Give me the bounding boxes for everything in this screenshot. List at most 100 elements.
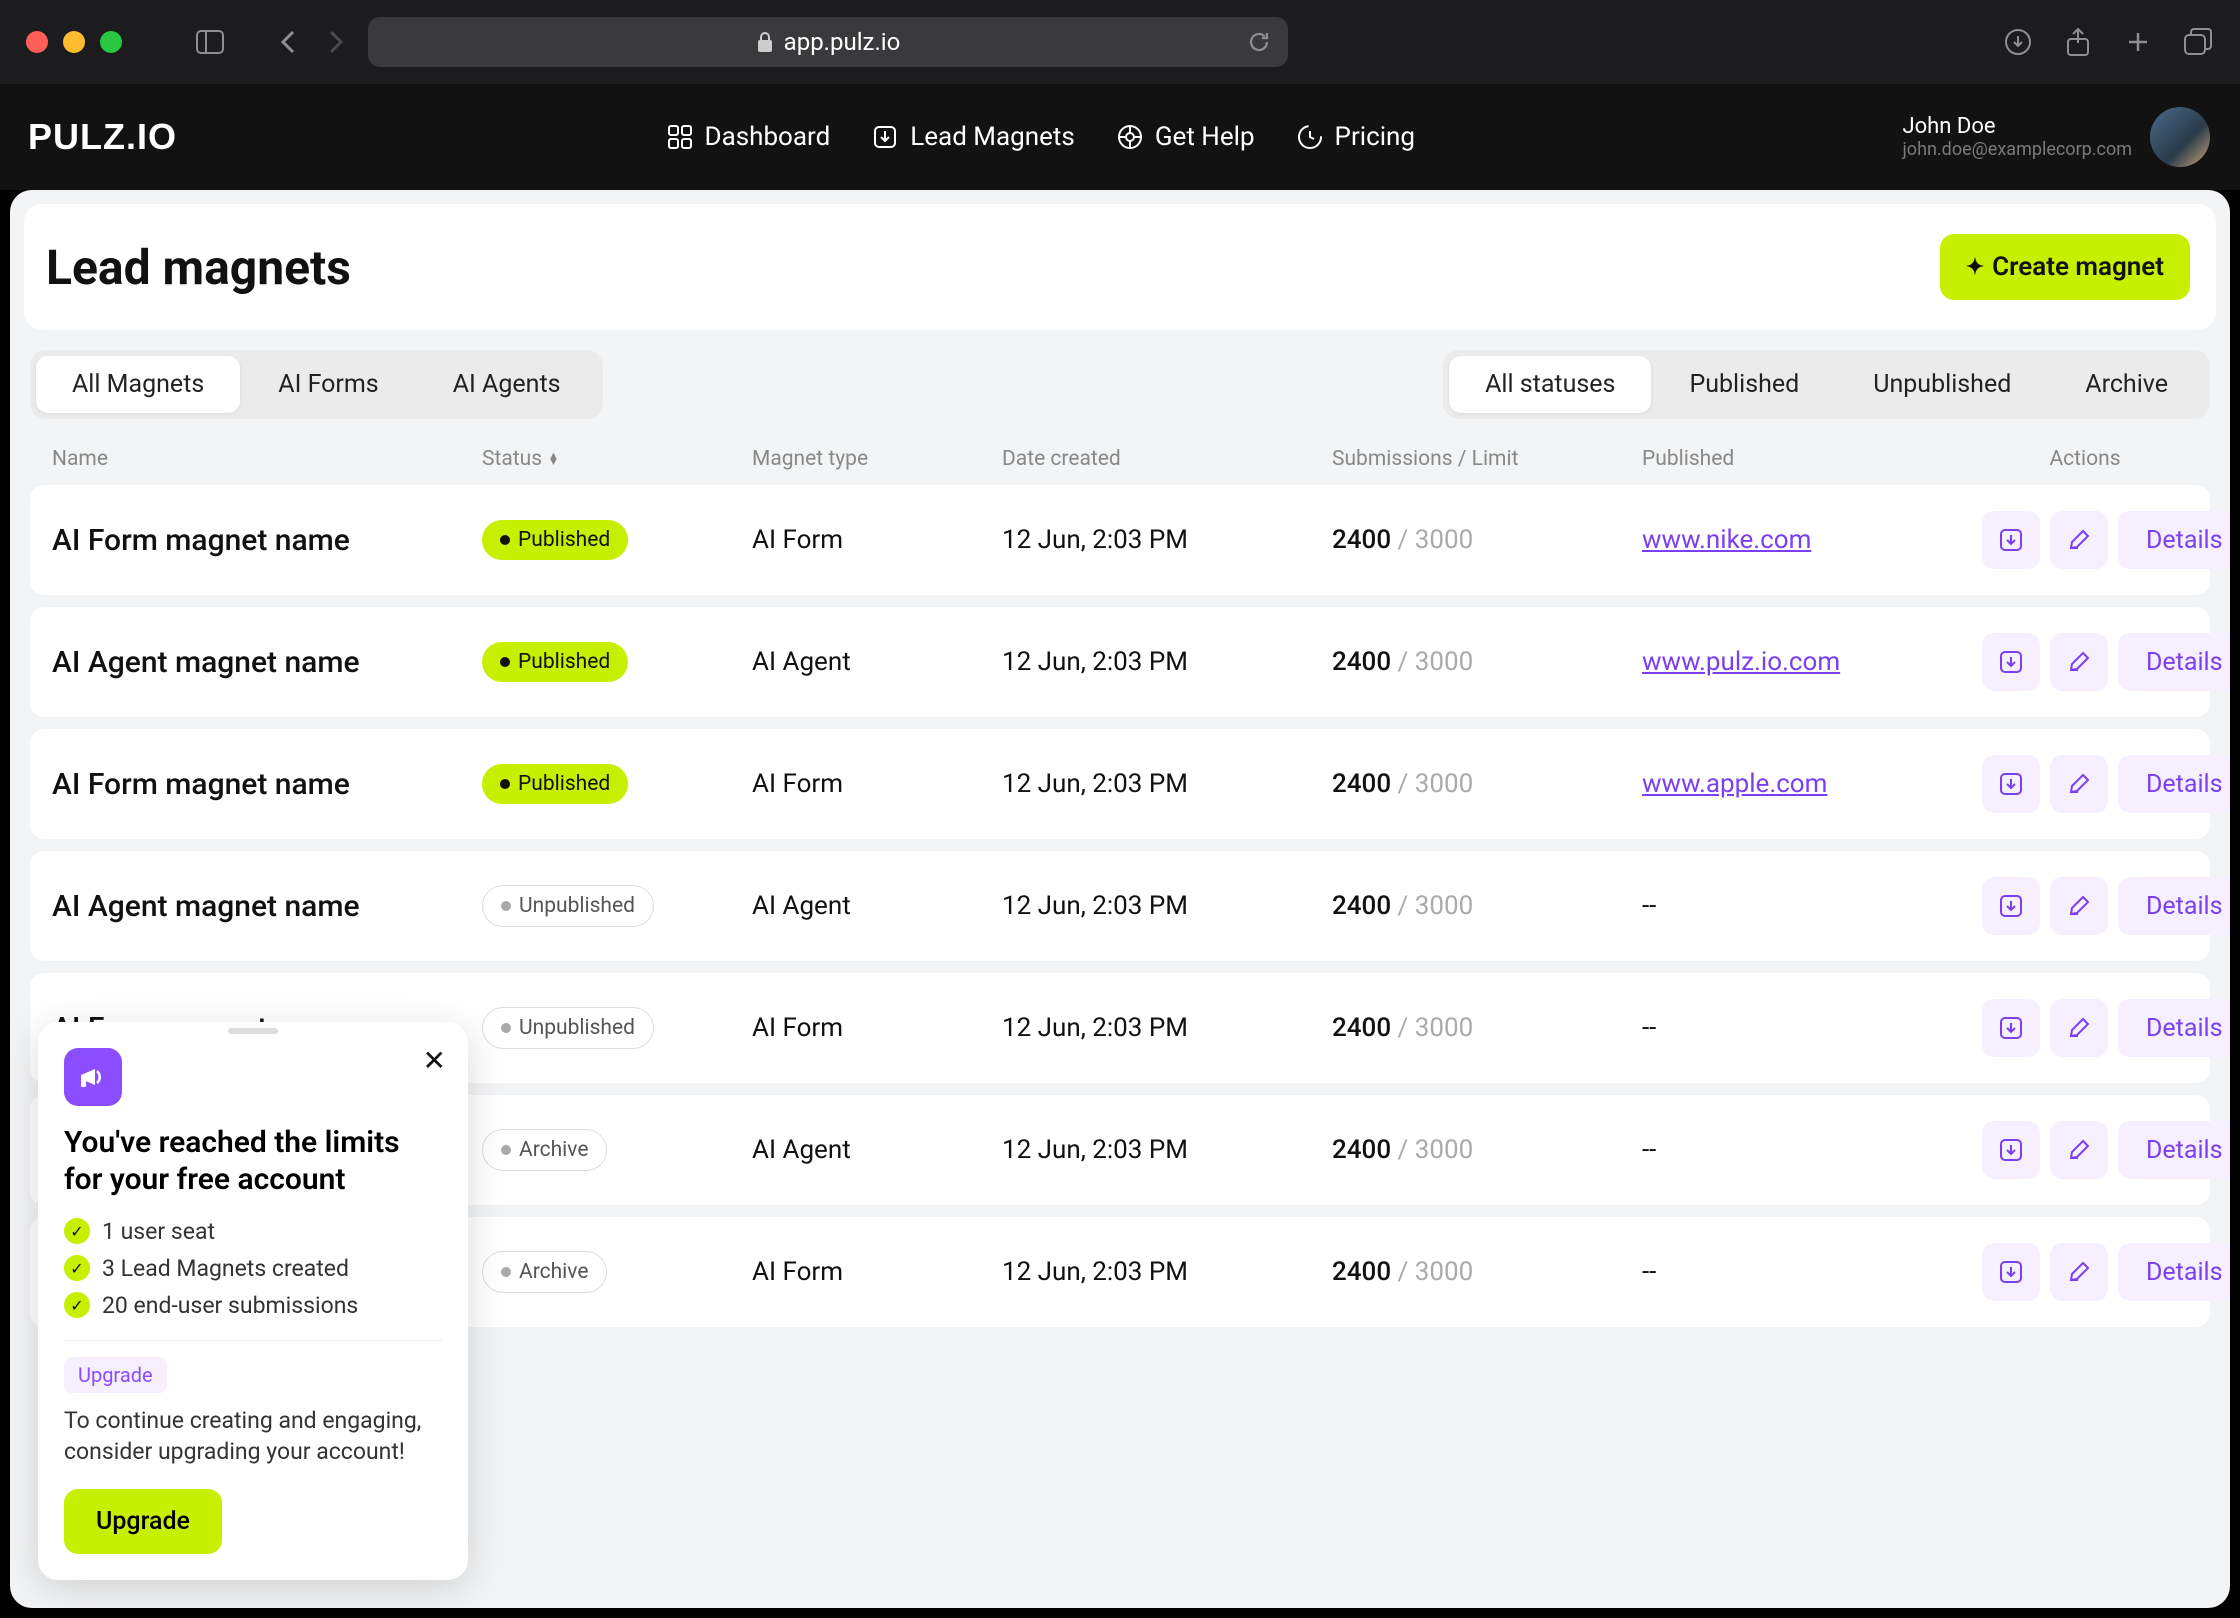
tab-archive[interactable]: Archive xyxy=(2049,356,2204,413)
nav-lead-magnets[interactable]: Lead Magnets xyxy=(870,122,1075,152)
edit-button[interactable] xyxy=(2050,1121,2108,1179)
magnet-name: AI Agent magnet name xyxy=(52,645,482,680)
table-header: Name Status ▲▼ Magnet type Date created … xyxy=(30,429,2210,485)
details-button[interactable]: Details xyxy=(2118,999,2230,1057)
edit-icon xyxy=(2066,1259,2092,1285)
nav-back-icon[interactable] xyxy=(272,26,304,58)
tab-unpublished[interactable]: Unpublished xyxy=(1837,356,2047,413)
share-icon[interactable] xyxy=(2062,26,2094,58)
user-menu[interactable]: John Doe john.doe@examplecorp.com xyxy=(1903,107,2211,167)
published-link[interactable]: www.nike.com xyxy=(1642,525,1811,555)
sort-icon: ▲▼ xyxy=(548,453,559,465)
import-icon xyxy=(870,122,900,152)
edit-icon xyxy=(2066,771,2092,797)
submissions-cell: 2400 / 3000 xyxy=(1332,647,1642,677)
details-button[interactable]: Details xyxy=(2118,633,2230,691)
nav-pricing-label: Pricing xyxy=(1335,122,1415,152)
edit-icon xyxy=(2066,1137,2092,1163)
tab-all-statuses[interactable]: All statuses xyxy=(1449,356,1651,413)
window-minimize-icon[interactable] xyxy=(63,31,85,53)
drag-handle-icon[interactable] xyxy=(228,1028,278,1034)
status-badge: Archive xyxy=(482,1129,607,1171)
tab-ai-agents[interactable]: AI Agents xyxy=(417,356,597,413)
address-bar[interactable]: app.pulz.io xyxy=(368,17,1288,67)
col-type[interactable]: Magnet type xyxy=(752,447,1002,471)
megaphone-icon xyxy=(64,1048,122,1106)
downloads-icon[interactable] xyxy=(2002,26,2034,58)
published-link[interactable]: www.pulz.io.com xyxy=(1642,647,1840,677)
details-button[interactable]: Details xyxy=(2118,511,2230,569)
download-button[interactable] xyxy=(1982,999,2040,1057)
status-filter: All statuses Published Unpublished Archi… xyxy=(1443,350,2210,419)
details-button[interactable]: Details xyxy=(2118,877,2230,935)
col-name[interactable]: Name xyxy=(52,447,482,471)
upgrade-tag: Upgrade xyxy=(64,1357,167,1393)
date-cell: 12 Jun, 2:03 PM xyxy=(1002,1135,1332,1165)
window-zoom-icon[interactable] xyxy=(100,31,122,53)
upgrade-button[interactable]: Upgrade xyxy=(64,1489,222,1554)
upgrade-popup: ✕ You've reached the limits for your fre… xyxy=(38,1022,468,1580)
main-nav: Dashboard Lead Magnets Get Help Pricing xyxy=(665,122,1415,152)
avatar[interactable] xyxy=(2150,107,2210,167)
sidebar-toggle-icon[interactable] xyxy=(194,26,226,58)
edit-button[interactable] xyxy=(2050,877,2108,935)
app-logo[interactable]: PULZ.IO xyxy=(28,116,177,158)
tabs-overview-icon[interactable] xyxy=(2182,26,2214,58)
create-magnet-button[interactable]: ✦ Create magnet xyxy=(1940,234,2190,300)
type-filter: All Magnets AI Forms AI Agents xyxy=(30,350,603,419)
date-cell: 12 Jun, 2:03 PM xyxy=(1002,769,1332,799)
date-cell: 12 Jun, 2:03 PM xyxy=(1002,525,1332,555)
tab-published[interactable]: Published xyxy=(1653,356,1835,413)
download-button[interactable] xyxy=(1982,877,2040,935)
nav-pricing[interactable]: Pricing xyxy=(1295,122,1415,152)
filter-bar: All Magnets AI Forms AI Agents All statu… xyxy=(10,330,2230,429)
col-date[interactable]: Date created xyxy=(1002,447,1332,471)
edit-button[interactable] xyxy=(2050,999,2108,1057)
help-icon xyxy=(1115,122,1145,152)
type-cell: AI Form xyxy=(752,525,1002,555)
edit-button[interactable] xyxy=(2050,511,2108,569)
col-sub[interactable]: Submissions / Limit xyxy=(1332,447,1642,471)
published-link[interactable]: www.apple.com xyxy=(1642,769,1827,799)
download-icon xyxy=(1998,771,2024,797)
edit-button[interactable] xyxy=(2050,755,2108,813)
details-button[interactable]: Details xyxy=(2118,755,2230,813)
download-button[interactable] xyxy=(1982,755,2040,813)
tab-ai-forms[interactable]: AI Forms xyxy=(242,356,414,413)
details-button[interactable]: Details xyxy=(2118,1121,2230,1179)
download-button[interactable] xyxy=(1982,633,2040,691)
pricing-icon xyxy=(1295,122,1325,152)
date-cell: 12 Jun, 2:03 PM xyxy=(1002,891,1332,921)
type-cell: AI Agent xyxy=(752,891,1002,921)
popup-list-item: ✓3 Lead Magnets created xyxy=(64,1250,442,1287)
edit-button[interactable] xyxy=(2050,1243,2108,1301)
status-badge: Unpublished xyxy=(482,1007,654,1049)
col-status[interactable]: Status ▲▼ xyxy=(482,447,752,471)
download-button[interactable] xyxy=(1982,1121,2040,1179)
submissions-cell: 2400 / 3000 xyxy=(1332,769,1642,799)
download-button[interactable] xyxy=(1982,1243,2040,1301)
submissions-cell: 2400 / 3000 xyxy=(1332,1135,1642,1165)
popup-feature-list: ✓1 user seat✓3 Lead Magnets created✓20 e… xyxy=(64,1213,442,1341)
table-row: AI Form magnet namePublishedAI Form12 Ju… xyxy=(30,485,2210,595)
status-cell: Published xyxy=(482,642,752,682)
submissions-cell: 2400 / 3000 xyxy=(1332,1013,1642,1043)
nav-forward-icon[interactable] xyxy=(320,26,352,58)
new-tab-icon[interactable] xyxy=(2122,26,2154,58)
col-act: Actions xyxy=(1982,447,2188,471)
popup-close-icon[interactable]: ✕ xyxy=(423,1044,446,1077)
nav-get-help[interactable]: Get Help xyxy=(1115,122,1255,152)
check-icon: ✓ xyxy=(64,1292,90,1318)
details-button[interactable]: Details xyxy=(2118,1243,2230,1301)
reload-icon[interactable] xyxy=(1246,29,1272,55)
type-cell: AI Form xyxy=(752,769,1002,799)
col-pub[interactable]: Published xyxy=(1642,447,1982,471)
browser-chrome: app.pulz.io xyxy=(0,0,2240,84)
published-cell: -- xyxy=(1642,1013,1982,1043)
download-button[interactable] xyxy=(1982,511,2040,569)
tab-all-magnets[interactable]: All Magnets xyxy=(36,356,240,413)
window-close-icon[interactable] xyxy=(26,31,48,53)
nav-dashboard[interactable]: Dashboard xyxy=(665,122,831,152)
edit-icon xyxy=(2066,1015,2092,1041)
edit-button[interactable] xyxy=(2050,633,2108,691)
